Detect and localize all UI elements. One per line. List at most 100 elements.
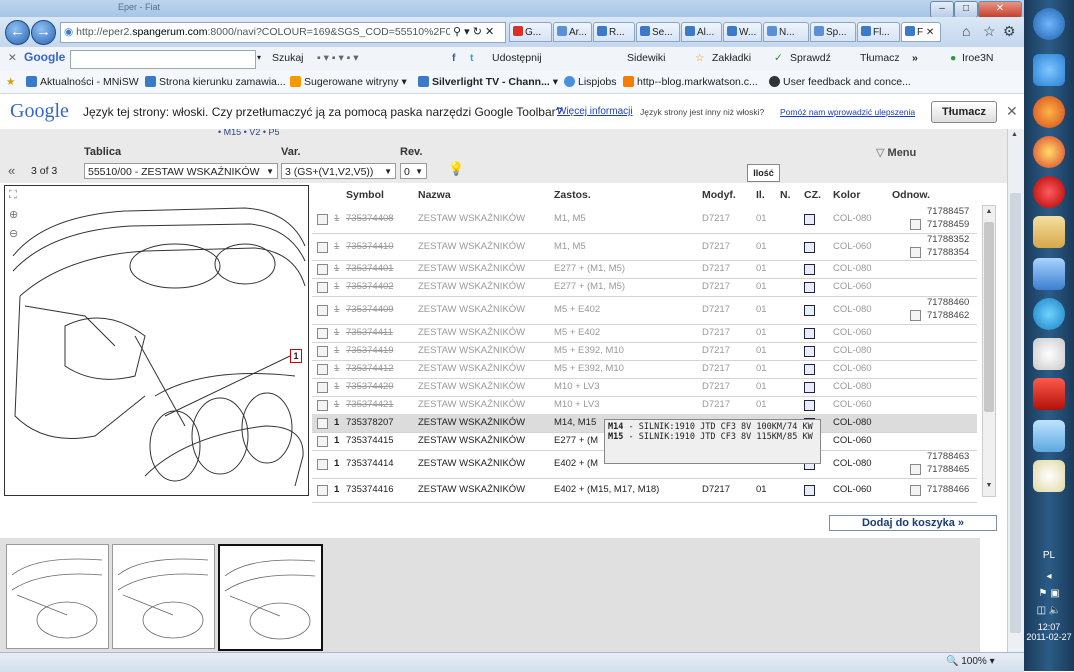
- row-zastos[interactable]: M10 + LV3: [554, 399, 600, 410]
- row-checkbox[interactable]: [317, 485, 328, 496]
- row-odnow-code[interactable]: 71788352: [927, 234, 969, 245]
- fav-item-1[interactable]: Strona kierunku zamawia...: [145, 76, 286, 88]
- part-info-icon[interactable]: [804, 328, 815, 339]
- favorites-star-icon[interactable]: ☆: [983, 23, 996, 40]
- pager-prev-icon[interactable]: «: [8, 163, 15, 178]
- ie-icon[interactable]: [1033, 54, 1065, 86]
- rev-select[interactable]: 0 ▼: [400, 163, 427, 179]
- translate-button[interactable]: Tłumacz: [931, 101, 997, 123]
- part-info-icon[interactable]: [804, 214, 815, 225]
- odnow-checkbox[interactable]: [910, 247, 921, 258]
- browser-tab[interactable]: F ✕: [901, 22, 941, 42]
- row-zastos[interactable]: M1, M5: [554, 241, 586, 252]
- part-info-icon[interactable]: [804, 382, 815, 393]
- row-odnow-code[interactable]: 71788354: [927, 247, 969, 258]
- tray-chevron-icon[interactable]: ◂: [1024, 571, 1074, 582]
- toolbar-szukaj[interactable]: Szukaj: [272, 52, 304, 64]
- toolbar-udostepnij[interactable]: Udostępnij: [492, 52, 542, 64]
- odnow-checkbox[interactable]: [910, 310, 921, 321]
- row-zastos[interactable]: E402 + (M15, M17, M18): [554, 484, 659, 495]
- search-dropdown-icon[interactable]: ▾: [257, 53, 261, 62]
- fav-item-3[interactable]: Silverlight TV - Chann... ▾: [418, 76, 558, 88]
- explorer-folder-icon[interactable]: [1033, 216, 1065, 248]
- browser-tab[interactable]: Fl...: [857, 22, 900, 42]
- toolbar-tlumacz[interactable]: Tłumacz: [860, 52, 900, 64]
- twitter-icon[interactable]: t: [470, 52, 474, 64]
- row-symbol[interactable]: 735374411: [346, 327, 393, 338]
- row-zastos[interactable]: M14, M15: [554, 417, 596, 428]
- close-translate-icon[interactable]: ✕: [1006, 103, 1018, 120]
- table-row[interactable]: 1 735374401 ZESTAW WSKAŹNIKÓW E277 + (M1, M…: [312, 260, 977, 279]
- row-checkbox[interactable]: [317, 418, 328, 429]
- col-odnow[interactable]: Odnow.: [892, 189, 930, 201]
- row-zastos[interactable]: M5 + E402: [554, 304, 600, 315]
- page-scrollbar[interactable]: ▲: [1007, 129, 1024, 652]
- row-symbol[interactable]: 735374412: [346, 363, 394, 374]
- clock-date[interactable]: 2011-02-27: [1024, 632, 1074, 642]
- row-checkbox[interactable]: [317, 459, 328, 470]
- col-symbol[interactable]: Symbol: [346, 189, 384, 201]
- tablica-select[interactable]: 55510/00 - ZESTAW WSKAŹNIKÓW ▼: [84, 163, 278, 179]
- table-row[interactable]: 1 735374409 ZESTAW WSKAŹNIKÓW M5 + E402 D721…: [312, 296, 977, 325]
- row-zastos[interactable]: M5 + E402: [554, 327, 600, 338]
- part-info-icon[interactable]: [804, 282, 815, 293]
- row-odnow-code[interactable]: 71788465: [927, 464, 969, 475]
- row-checkbox[interactable]: [317, 305, 328, 316]
- breadcrumb[interactable]: • M15 • V2 • P5: [218, 129, 279, 137]
- row-symbol[interactable]: 735374408: [346, 213, 394, 224]
- virtualpc-icon[interactable]: [1033, 420, 1065, 452]
- col-modyf[interactable]: Modyf.: [702, 189, 736, 201]
- row-odnow-code[interactable]: 71788463: [927, 451, 969, 462]
- scroll-thumb[interactable]: [984, 222, 994, 412]
- row-checkbox[interactable]: [317, 382, 328, 393]
- row-zastos[interactable]: M5 + E392, M10: [554, 363, 624, 374]
- toolbar-icons[interactable]: ▪ ▾ ▪ ▾ ▪ ▾: [317, 52, 359, 64]
- snipping-tool-icon[interactable]: [1033, 338, 1065, 370]
- part-info-icon[interactable]: [804, 485, 815, 496]
- search-dropdown-icon[interactable]: ⚲ ▾ ↻ ✕: [450, 25, 495, 38]
- row-symbol[interactable]: 735374419: [346, 345, 394, 356]
- browser-tab[interactable]: Sp...: [810, 22, 856, 42]
- maximize-button[interactable]: □: [954, 1, 978, 18]
- table-row[interactable]: 1 735374408 ZESTAW WSKAŹNIKÓW M1, M5 D7217 01…: [312, 205, 977, 234]
- scroll-down-icon[interactable]: ▼: [984, 482, 994, 492]
- table-row[interactable]: 1 735374419 ZESTAW WSKAŹNIKÓW M5 + E392, M1…: [312, 342, 977, 361]
- var-select[interactable]: 3 (GS+(V1,V2,V5)) ▼: [281, 163, 396, 179]
- lightbulb-icon[interactable]: 💡: [448, 161, 464, 177]
- row-checkbox[interactable]: [317, 242, 328, 253]
- opera-icon[interactable]: [1033, 176, 1065, 208]
- table-row[interactable]: 1 735374402 ZESTAW WSKAŹNIKÓW E277 + (M1, M…: [312, 278, 977, 297]
- col-il[interactable]: Il.: [756, 189, 765, 201]
- odnow-checkbox[interactable]: [910, 485, 921, 496]
- table-row[interactable]: 1 735374421 ZESTAW WSKAŹNIKÓW M10 + LV3 D721…: [312, 396, 977, 415]
- callout-1[interactable]: 1: [290, 349, 302, 363]
- browser-tab[interactable]: G...: [509, 22, 552, 42]
- menu-link[interactable]: ▽ Menu: [876, 146, 916, 159]
- part-info-icon[interactable]: [804, 400, 815, 411]
- table-row[interactable]: 1 735374420 ZESTAW WSKAŹNIKÓW M10 + LV3 D721…: [312, 378, 977, 397]
- browser-tab[interactable]: W...: [723, 22, 762, 42]
- table-row[interactable]: 1 735374411 ZESTAW WSKAŹNIKÓW M5 + E402 D721…: [312, 324, 977, 343]
- zoom-control[interactable]: 🔍 100% ▾: [946, 656, 995, 667]
- row-symbol[interactable]: 735374421: [346, 399, 394, 410]
- tools-gear-icon[interactable]: ⚙: [1003, 23, 1016, 40]
- part-info-icon[interactable]: [804, 242, 815, 253]
- col-cz[interactable]: CZ.: [804, 189, 821, 201]
- fav-item-2[interactable]: Sugerowane witryny ▾: [290, 76, 407, 88]
- home-icon[interactable]: ⌂: [962, 23, 970, 39]
- firefox-icon[interactable]: [1033, 96, 1065, 128]
- row-checkbox[interactable]: [317, 264, 328, 275]
- col-zastos[interactable]: Zastos.: [554, 189, 591, 201]
- part-info-icon[interactable]: [804, 346, 815, 357]
- row-symbol[interactable]: 735374416: [346, 484, 394, 495]
- favorites-star-icon[interactable]: ★: [6, 76, 15, 88]
- chrome-icon[interactable]: [1033, 136, 1065, 168]
- more-chevron-icon[interactable]: »: [912, 52, 918, 64]
- col-n[interactable]: N.: [780, 189, 791, 201]
- toolbar-user[interactable]: Iroe3N: [962, 52, 994, 64]
- page-scroll-thumb[interactable]: [1010, 193, 1021, 633]
- row-symbol[interactable]: 735374414: [346, 458, 394, 469]
- row-zastos[interactable]: E277 + (M1, M5): [554, 263, 625, 274]
- row-checkbox[interactable]: [317, 346, 328, 357]
- sync-icon[interactable]: [1033, 298, 1065, 330]
